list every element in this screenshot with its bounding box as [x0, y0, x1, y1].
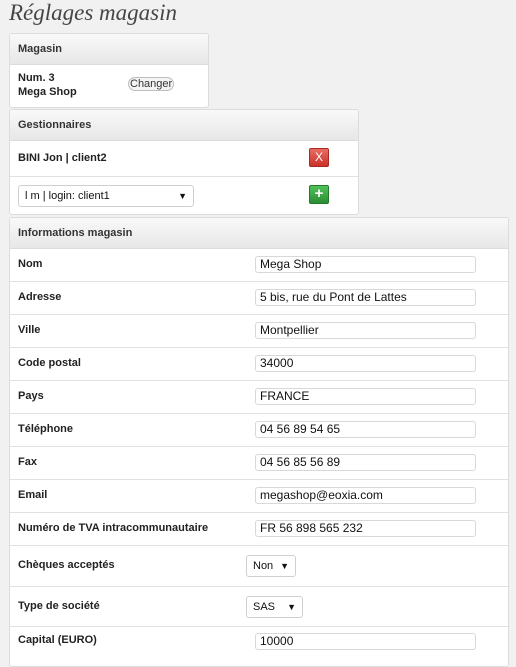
cheques-select[interactable]: Non ▼ [246, 555, 296, 577]
field-row-nom: Nom Mega Shop [10, 249, 508, 282]
plus-icon: + [314, 185, 324, 202]
tva-input[interactable]: FR 56 898 565 232 [255, 520, 476, 537]
field-row-tva: Numéro de TVA intracommunautaire FR 56 8… [10, 513, 508, 546]
store-panel-header: Magasin [10, 34, 208, 65]
type-societe-select[interactable]: SAS ▼ [246, 596, 303, 618]
field-row-ville: Ville Montpellier [10, 315, 508, 348]
field-label-fax: Fax [18, 456, 37, 468]
field-row-type-societe: Type de société SAS ▼ [10, 587, 508, 627]
field-label-nom: Nom [18, 258, 43, 270]
email-input[interactable]: megashop@eoxia.com [255, 487, 476, 504]
field-label-pays: Pays [18, 390, 44, 402]
field-label-email: Email [18, 489, 48, 501]
chevron-down-icon: ▼ [287, 602, 296, 612]
store-panel: Magasin Num. 3 Mega Shop Changer [9, 33, 209, 108]
store-info-panel-header: Informations magasin [10, 218, 508, 249]
add-manager-row: l m | login: client1 ▼ + [10, 177, 358, 214]
store-name: Mega Shop [18, 86, 77, 98]
capital-input[interactable]: 10000 [255, 633, 476, 650]
field-label-telephone: Téléphone [18, 423, 74, 435]
chevron-down-icon: ▼ [280, 561, 289, 571]
adresse-input[interactable]: 5 bis, rue du Pont de Lattes [255, 289, 476, 306]
pays-input[interactable]: FRANCE [255, 388, 476, 405]
nom-input[interactable]: Mega Shop [255, 256, 476, 273]
fax-input[interactable]: 04 56 85 56 89 [255, 454, 476, 471]
field-row-pays: Pays FRANCE [10, 381, 508, 414]
field-row-email: Email megashop@eoxia.com [10, 480, 508, 513]
field-row-capital: Capital (EURO) 10000 [10, 627, 508, 660]
field-row-fax: Fax 04 56 85 56 89 [10, 447, 508, 480]
manager-select-value: l m | login: client1 [25, 190, 110, 202]
field-label-ville: Ville [18, 324, 41, 336]
field-row-code-postal: Code postal 34000 [10, 348, 508, 381]
field-label-type-societe: Type de société [18, 600, 100, 612]
managers-panel: Gestionnaires BINI Jon | client2 X l m |… [9, 109, 359, 215]
page-title: Réglages magasin [9, 0, 178, 25]
manager-name: BINI Jon | client2 [18, 152, 107, 164]
field-label-cheques: Chèques acceptés [18, 559, 115, 571]
field-label-capital: Capital (EURO) [18, 634, 97, 646]
managers-panel-header: Gestionnaires [10, 110, 358, 141]
field-label-code-postal: Code postal [18, 357, 81, 369]
chevron-down-icon: ▼ [178, 191, 187, 201]
field-label-tva: Numéro de TVA intracommunautaire [18, 522, 209, 534]
code-postal-input[interactable]: 34000 [255, 355, 476, 372]
field-row-cheques: Chèques acceptés Non ▼ [10, 546, 508, 587]
store-number: Num. 3 [18, 72, 55, 84]
manager-row: BINI Jon | client2 X [10, 141, 358, 177]
remove-manager-button[interactable]: X [309, 148, 329, 167]
field-row-telephone: Téléphone 04 56 89 54 65 [10, 414, 508, 447]
telephone-input[interactable]: 04 56 89 54 65 [255, 421, 476, 438]
field-label-adresse: Adresse [18, 291, 62, 303]
cheques-select-value: Non [253, 560, 274, 572]
add-manager-button[interactable]: + [309, 185, 329, 204]
type-societe-select-value: SAS [253, 601, 276, 613]
change-store-button[interactable]: Changer [128, 77, 175, 91]
field-row-adresse: Adresse 5 bis, rue du Pont de Lattes [10, 282, 508, 315]
store-info-panel: Informations magasin Nom Mega Shop Adres… [9, 217, 509, 667]
close-icon: X [314, 150, 323, 164]
ville-input[interactable]: Montpellier [255, 322, 476, 339]
manager-select[interactable]: l m | login: client1 ▼ [18, 185, 194, 207]
